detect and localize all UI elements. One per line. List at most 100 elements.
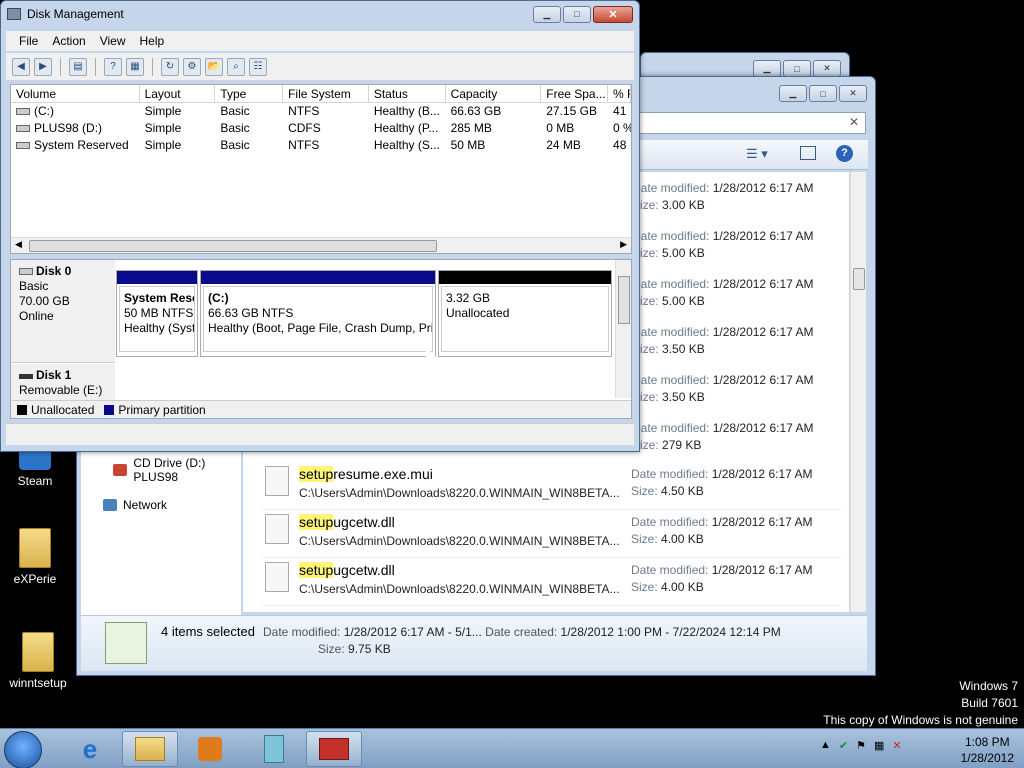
title-bar[interactable]: Disk Management ▁ □ ✕ bbox=[1, 1, 639, 27]
volume-muted-icon[interactable]: ✕ bbox=[892, 739, 901, 752]
close-button[interactable]: ✕ bbox=[593, 5, 633, 23]
taskbar-disk-management[interactable] bbox=[306, 731, 362, 767]
back-icon[interactable]: ◀ bbox=[12, 57, 30, 76]
column-header-type[interactable]: Type bbox=[215, 85, 284, 102]
layout-cell: Simple bbox=[144, 121, 182, 135]
list-item[interactable]: setupugcetw.dll C:\Users\Admin\Downloads… bbox=[261, 558, 841, 606]
desktop-icon-experience[interactable]: eXPerie bbox=[0, 528, 70, 586]
search-icon[interactable]: ⌕ bbox=[227, 57, 245, 76]
list-item[interactable]: setupresume.exe.mui C:\Users\Admin\Downl… bbox=[261, 462, 841, 510]
desktop-icon-winntsetup[interactable]: winntsetup bbox=[3, 632, 73, 690]
status-cell: Healthy (S... bbox=[373, 138, 440, 152]
cd-drive-icon bbox=[16, 125, 30, 132]
scrollbar-thumb[interactable] bbox=[29, 240, 437, 252]
table-row[interactable]: (C:) Simple Basic NTFS Healthy (B... 66.… bbox=[11, 103, 631, 120]
disk-type: Removable (E:) bbox=[19, 383, 103, 397]
start-button[interactable] bbox=[4, 731, 42, 768]
partition-bar bbox=[439, 271, 611, 284]
column-header-percent-free[interactable]: % F bbox=[608, 85, 631, 102]
taskbar-media-player[interactable] bbox=[182, 731, 238, 767]
percent-free-cell: 0 % bbox=[613, 121, 631, 135]
disk-0-label[interactable]: Disk 0 Basic 70.00 GB Online bbox=[11, 260, 115, 363]
open-folder-icon[interactable]: 📂 bbox=[205, 57, 223, 76]
vertical-scrollbar[interactable] bbox=[850, 172, 866, 612]
dll-file-icon bbox=[265, 514, 289, 544]
flag-icon[interactable]: ⚑ bbox=[856, 739, 866, 752]
table-row[interactable]: PLUS98 (D:) Simple Basic CDFS Healthy (P… bbox=[11, 120, 631, 137]
nav-item-network[interactable]: Network bbox=[103, 498, 167, 512]
taskbar-internet-explorer[interactable]: e bbox=[62, 731, 118, 767]
disk-icon bbox=[19, 268, 33, 275]
menu-action[interactable]: Action bbox=[47, 31, 90, 51]
menu-file[interactable]: File bbox=[14, 31, 43, 51]
file-system-cell: CDFS bbox=[288, 121, 321, 135]
nav-item-cd-drive[interactable]: CD Drive (D:) PLUS98 bbox=[113, 456, 241, 484]
partition-system-reserved[interactable]: System Rese 50 MB NTFS Healthy (Syst bbox=[116, 270, 198, 357]
toolbox-icon bbox=[319, 738, 349, 760]
partition-bar bbox=[117, 271, 197, 284]
refresh-icon[interactable]: ↻ bbox=[161, 57, 179, 76]
scrollbar-thumb[interactable] bbox=[853, 268, 865, 290]
action-center-icon[interactable]: ✔ bbox=[839, 739, 848, 752]
view-options-icon[interactable]: ☰ ▾ bbox=[746, 146, 768, 162]
close-button[interactable]: ✕ bbox=[813, 60, 841, 77]
preview-pane-icon[interactable] bbox=[800, 146, 816, 160]
forward-icon[interactable]: ▶ bbox=[34, 57, 52, 76]
percent-free-cell: 41 bbox=[613, 104, 627, 118]
drive-icon bbox=[16, 142, 30, 149]
network-icon[interactable]: ▦ bbox=[874, 739, 884, 752]
minimize-button[interactable]: ▁ bbox=[533, 5, 561, 23]
properties-icon[interactable]: ▦ bbox=[126, 57, 144, 76]
horizontal-scrollbar[interactable]: ◀ ▶ bbox=[11, 237, 631, 253]
clear-search-icon[interactable]: ✕ bbox=[849, 115, 859, 129]
taskbar-windows-explorer[interactable] bbox=[122, 731, 178, 767]
list-item[interactable]: setupugcetw.dll C:\Users\Admin\Downloads… bbox=[261, 510, 841, 558]
type-cell: Basic bbox=[220, 138, 250, 152]
taskbar-app[interactable] bbox=[246, 731, 302, 767]
primary-partition-swatch bbox=[104, 404, 115, 415]
help-icon[interactable]: ? bbox=[836, 145, 853, 162]
maximize-button[interactable]: □ bbox=[563, 5, 591, 23]
scroll-right-icon[interactable]: ▶ bbox=[620, 239, 627, 250]
details-size: Size: 9.75 KB bbox=[318, 642, 391, 656]
partition-c[interactable]: (C:) 66.63 GB NTFS Healthy (Boot, Page F… bbox=[200, 270, 436, 357]
file-system-cell: NTFS bbox=[288, 104, 320, 118]
column-header-capacity[interactable]: Capacity bbox=[446, 85, 542, 102]
toolbar: ◀ ▶ ▤ ? ▦ ↻ ⚙ 📂 ⌕ ☷ bbox=[6, 53, 634, 81]
column-header-layout[interactable]: Layout bbox=[140, 85, 216, 102]
partition-info: 3.32 GB Unallocated bbox=[441, 286, 609, 352]
file-name: setupugcetw.dll bbox=[299, 562, 395, 578]
desktop-icon-steam[interactable]: Steam bbox=[0, 448, 70, 488]
partition-unallocated[interactable]: 3.32 GB Unallocated bbox=[438, 270, 612, 357]
settings-icon[interactable]: ☷ bbox=[249, 57, 267, 76]
show-hidden-icons-icon[interactable]: ▲ bbox=[820, 739, 831, 752]
show-hide-console-tree-icon[interactable]: ▤ bbox=[69, 57, 87, 76]
type-cell: Basic bbox=[220, 104, 250, 118]
close-button[interactable]: ✕ bbox=[839, 85, 867, 102]
menu-view[interactable]: View bbox=[95, 31, 131, 51]
column-header-volume[interactable]: Volume bbox=[11, 85, 140, 102]
help-icon[interactable]: ? bbox=[104, 57, 122, 76]
free-space-cell: 24 MB bbox=[546, 138, 581, 152]
type-cell: Basic bbox=[220, 121, 250, 135]
column-header-status[interactable]: Status bbox=[369, 85, 446, 102]
scrollbar-thumb[interactable] bbox=[618, 276, 630, 324]
rescan-disks-icon[interactable]: ⚙ bbox=[183, 57, 201, 76]
taskbar: e ▲ ✔ ⚑ ▦ ✕ 1:08 PM 1/28/2012 bbox=[0, 728, 1024, 768]
disk-1-label[interactable]: Disk 1 Removable (E:) bbox=[11, 364, 115, 404]
maximize-button[interactable]: □ bbox=[809, 85, 837, 102]
column-header-file-system[interactable]: File System bbox=[283, 85, 369, 102]
table-row[interactable]: System Reserved Simple Basic NTFS Health… bbox=[11, 137, 631, 154]
clock[interactable]: 1:08 PM 1/28/2012 bbox=[961, 734, 1014, 766]
column-header-free-space[interactable]: Free Spa... bbox=[541, 85, 609, 102]
scroll-left-icon[interactable]: ◀ bbox=[15, 239, 22, 250]
file-path: C:\Users\Admin\Downloads\8220.0.WINMAIN_… bbox=[299, 582, 620, 596]
disk-management-window[interactable]: Disk Management ▁ □ ✕ File Action View H… bbox=[0, 0, 640, 452]
watermark-line: Windows 7 bbox=[959, 679, 1018, 693]
maximize-button[interactable]: □ bbox=[783, 60, 811, 77]
minimize-button[interactable]: ▁ bbox=[753, 60, 781, 77]
file-meta: Date modified: 1/28/2012 6:17 AM Size: 5.… bbox=[632, 229, 814, 260]
vertical-scrollbar[interactable] bbox=[615, 260, 631, 398]
menu-help[interactable]: Help bbox=[135, 31, 170, 51]
minimize-button[interactable]: ▁ bbox=[779, 85, 807, 102]
